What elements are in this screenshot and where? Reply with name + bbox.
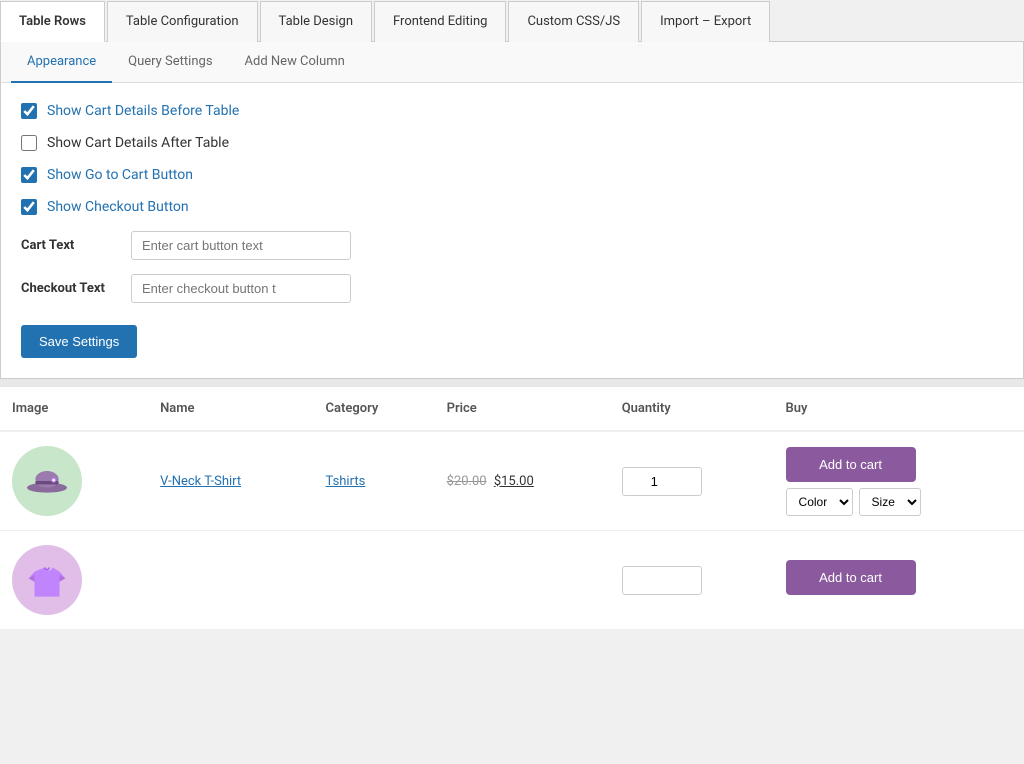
table-row: V-Neck T-Shirt Tshirts $20.00 $15.00 [0,431,1024,531]
tab-table-design[interactable]: Table Design [260,1,372,42]
checkbox-row-show-cart-after: Show Cart Details After Table [21,135,1003,151]
top-tab-bar: Table Rows Table Configuration Table Des… [0,0,1024,42]
col-header-price: Price [435,387,610,431]
product-name-link-1[interactable]: V-Neck T-Shirt [160,474,241,489]
settings-panel: Appearance Query Settings Add New Column… [0,42,1024,379]
cart-text-input[interactable] [131,231,351,260]
save-settings-button[interactable]: Save Settings [21,325,137,358]
cell-price-2 [435,531,610,630]
quantity-input-1[interactable] [622,467,702,496]
shirt-icon [22,555,72,605]
cell-quantity-2 [610,531,774,630]
quantity-input-2[interactable] [622,566,702,595]
label-show-go-to-cart-button[interactable]: Show Go to Cart Button [47,167,193,183]
col-header-name: Name [148,387,313,431]
hat-icon [22,456,72,506]
cell-buy-1: Add to cart Color Size [774,431,1024,531]
col-header-quantity: Quantity [610,387,774,431]
color-select-1[interactable]: Color [786,488,853,516]
cell-category-1: Tshirts [314,431,435,531]
tab-table-rows[interactable]: Table Rows [0,1,105,42]
cell-image-1 [0,431,148,531]
checkout-text-row: Checkout Text [21,274,1003,303]
table-header-row: Image Name Category Price Quantity Buy [0,387,1024,431]
cell-name-2 [148,531,313,630]
size-select-1[interactable]: Size [859,488,921,516]
cell-price-1: $20.00 $15.00 [435,431,610,531]
checkbox-row-show-checkout: Show Checkout Button [21,199,1003,215]
cart-text-row: Cart Text [21,231,1003,260]
checkbox-show-checkout-button[interactable] [21,199,37,215]
checkout-text-label: Checkout Text [21,281,131,296]
checkbox-row-show-cart-before: Show Cart Details Before Table [21,103,1003,119]
add-to-cart-button-1[interactable]: Add to cart [786,447,916,482]
product-table-wrap: Image Name Category Price Quantity Buy [0,387,1024,629]
sub-tab-add-new-column[interactable]: Add New Column [229,42,361,83]
appearance-content: Show Cart Details Before Table Show Cart… [1,83,1023,378]
cell-image-2 [0,531,148,630]
col-header-category: Category [314,387,435,431]
sub-tab-bar: Appearance Query Settings Add New Column [1,42,1023,83]
label-show-checkout-button[interactable]: Show Checkout Button [47,199,189,215]
price-original-1: $20.00 [447,474,487,489]
price-sale-1: $15.00 [494,474,534,489]
sub-tab-appearance[interactable]: Appearance [11,42,112,83]
col-header-image: Image [0,387,148,431]
checkbox-row-show-go-to-cart: Show Go to Cart Button [21,167,1003,183]
tab-custom-css-js[interactable]: Custom CSS/JS [508,1,639,42]
label-show-cart-details-before[interactable]: Show Cart Details Before Table [47,103,239,119]
product-image-2 [12,545,82,615]
tab-frontend-editing[interactable]: Frontend Editing [374,1,506,42]
variant-selects-1: Color Size [786,488,1012,516]
checkbox-show-cart-details-before[interactable] [21,103,37,119]
cell-category-2 [314,531,435,630]
cart-text-label: Cart Text [21,238,131,253]
product-image-1 [12,446,82,516]
checkout-text-input[interactable] [131,274,351,303]
table-row: Add to cart [0,531,1024,630]
product-category-link-1[interactable]: Tshirts [326,474,366,489]
add-to-cart-button-2[interactable]: Add to cart [786,560,916,595]
checkbox-show-go-to-cart-button[interactable] [21,167,37,183]
tab-table-configuration[interactable]: Table Configuration [107,1,258,42]
cell-buy-2: Add to cart [774,531,1024,630]
cell-name-1: V-Neck T-Shirt [148,431,313,531]
col-header-buy: Buy [774,387,1024,431]
section-divider [0,379,1024,387]
sub-tab-query-settings[interactable]: Query Settings [112,42,228,83]
tab-import-export[interactable]: Import – Export [641,1,770,42]
label-show-cart-details-after[interactable]: Show Cart Details After Table [47,135,229,151]
product-table: Image Name Category Price Quantity Buy [0,387,1024,629]
checkbox-show-cart-details-after[interactable] [21,135,37,151]
cell-quantity-1 [610,431,774,531]
